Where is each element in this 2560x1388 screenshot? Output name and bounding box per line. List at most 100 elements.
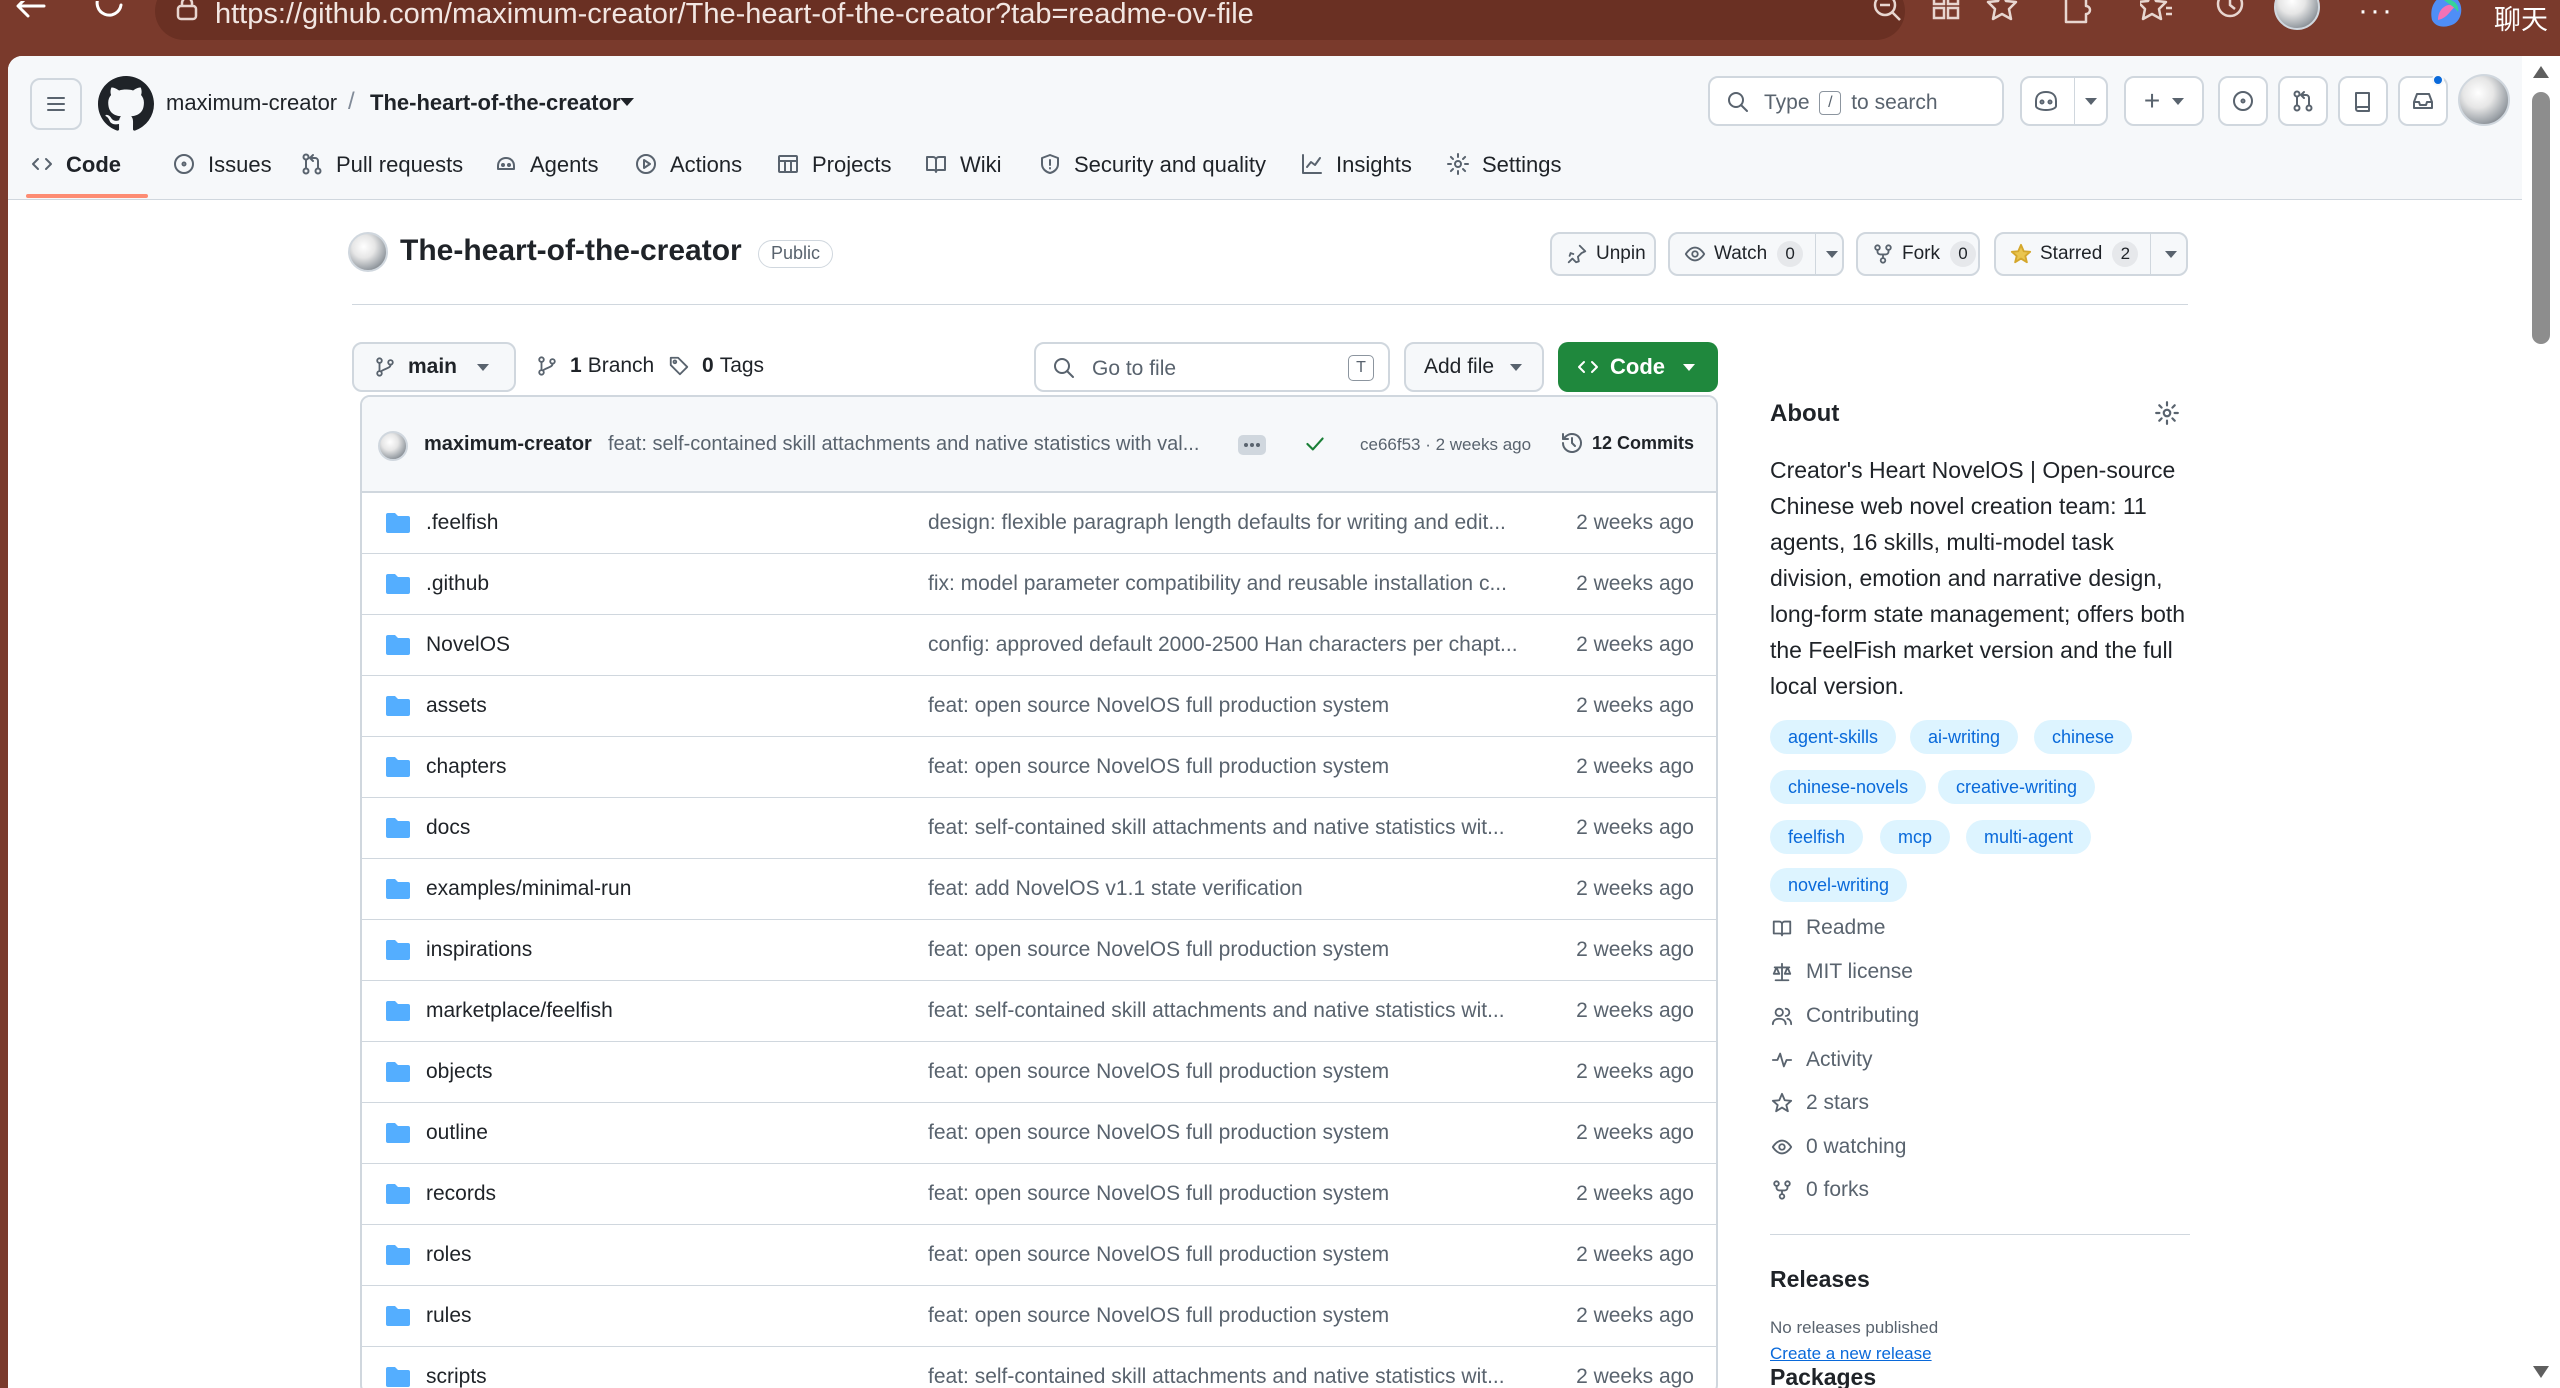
file-name[interactable]: roles bbox=[426, 1243, 472, 1267]
file-commit-message[interactable]: feat: open source NovelOS full productio… bbox=[928, 938, 1544, 962]
topic-tag[interactable]: multi-agent bbox=[1966, 820, 2092, 854]
tab-actions[interactable]: Actions bbox=[634, 142, 742, 200]
file-row[interactable]: inspirations feat: open source NovelOS fu… bbox=[362, 920, 1716, 981]
file-row[interactable]: .github fix: model parameter compatibilit… bbox=[362, 554, 1716, 615]
copilot-icon[interactable] bbox=[2424, 0, 2468, 30]
file-name[interactable]: objects bbox=[426, 1060, 493, 1084]
starred-button[interactable]: Starred 2 bbox=[1994, 232, 2188, 276]
tab-issues[interactable]: Issues bbox=[172, 142, 272, 200]
file-name[interactable]: .feelfish bbox=[426, 511, 498, 535]
file-row[interactable]: NovelOS config: approved default 2000-250… bbox=[362, 615, 1716, 676]
add-file-button[interactable]: Add file bbox=[1404, 342, 1544, 392]
tab-settings[interactable]: Settings bbox=[1446, 142, 1562, 200]
tags-link[interactable]: 0 Tags bbox=[668, 354, 764, 378]
topic-tag[interactable]: feelfish bbox=[1770, 820, 1864, 854]
copilot-button[interactable] bbox=[2020, 76, 2108, 126]
extensions-icon[interactable] bbox=[2060, 0, 2092, 30]
file-commit-message[interactable]: feat: self-contained skill attachments a… bbox=[928, 999, 1544, 1023]
watch-button[interactable]: Watch 0 bbox=[1668, 232, 1844, 276]
page-scrollbar[interactable] bbox=[2522, 56, 2560, 1388]
file-commit-message[interactable]: feat: open source NovelOS full productio… bbox=[928, 1182, 1544, 1206]
file-name[interactable]: NovelOS bbox=[426, 633, 510, 657]
tab-wiki[interactable]: Wiki bbox=[924, 142, 1002, 200]
file-name[interactable]: chapters bbox=[426, 755, 507, 779]
file-commit-message[interactable]: feat: open source NovelOS full productio… bbox=[928, 1304, 1544, 1328]
search-input[interactable]: Type / to search bbox=[1708, 76, 2004, 126]
contributing-link[interactable]: Contributing bbox=[1770, 1004, 1919, 1028]
menu-button[interactable] bbox=[30, 78, 82, 130]
file-row[interactable]: scripts feat: self-contained skill attach… bbox=[362, 1347, 1716, 1388]
branches-link[interactable]: 1 Branch bbox=[536, 354, 654, 378]
file-row[interactable]: assets feat: open source NovelOS full pro… bbox=[362, 676, 1716, 737]
create-new-button[interactable]: + bbox=[2124, 76, 2204, 126]
commit-expand-icon[interactable] bbox=[1238, 435, 1266, 455]
forks-link[interactable]: 0 forks bbox=[1770, 1178, 1869, 1202]
chat-label[interactable]: 聊天 bbox=[2494, 0, 2548, 37]
repo-title[interactable]: The-heart-of-the-creator bbox=[400, 234, 742, 268]
history-icon[interactable] bbox=[2214, 0, 2246, 30]
tab-insights[interactable]: Insights bbox=[1300, 142, 1412, 200]
releases-title[interactable]: Releases bbox=[1770, 1266, 1870, 1293]
star-dropdown-caret-icon[interactable] bbox=[2165, 250, 2178, 258]
file-name[interactable]: records bbox=[426, 1182, 496, 1206]
packages-title[interactable]: Packages bbox=[1770, 1364, 1876, 1388]
github-logo-icon[interactable] bbox=[98, 76, 154, 132]
pull-requests-button[interactable] bbox=[2278, 76, 2328, 126]
file-commit-message[interactable]: design: flexible paragraph length defaul… bbox=[928, 511, 1544, 535]
tab-pull-requests[interactable]: Pull requests bbox=[300, 142, 463, 200]
branch-selector[interactable]: main bbox=[352, 342, 516, 392]
stars-link[interactable]: 2 stars bbox=[1770, 1091, 1869, 1115]
check-icon[interactable] bbox=[1302, 431, 1328, 457]
activity-link[interactable]: Activity bbox=[1770, 1048, 1873, 1072]
file-name[interactable]: outline bbox=[426, 1121, 488, 1145]
file-commit-message[interactable]: feat: open source NovelOS full productio… bbox=[928, 1121, 1544, 1145]
apps-icon[interactable] bbox=[1930, 0, 1962, 30]
file-commit-message[interactable]: feat: self-contained skill attachments a… bbox=[928, 816, 1544, 840]
file-name[interactable]: scripts bbox=[426, 1365, 487, 1388]
topic-tag[interactable]: mcp bbox=[1880, 820, 1951, 854]
license-link[interactable]: MIT license bbox=[1770, 960, 1913, 984]
file-commit-message[interactable]: config: approved default 2000-2500 Han c… bbox=[928, 633, 1544, 657]
topic-tag[interactable]: chinese-novels bbox=[1770, 770, 1927, 804]
file-row[interactable]: records feat: open source NovelOS full pr… bbox=[362, 1164, 1716, 1225]
tab-code[interactable]: Code bbox=[30, 142, 121, 200]
file-commit-message[interactable]: feat: open source NovelOS full productio… bbox=[928, 1060, 1544, 1084]
topic-tag[interactable]: creative-writing bbox=[1938, 770, 2096, 804]
file-name[interactable]: marketplace/feelfish bbox=[426, 999, 613, 1023]
topic-tag[interactable]: novel-writing bbox=[1770, 868, 1908, 902]
fork-button[interactable]: Fork 0 bbox=[1856, 232, 1980, 276]
collections-icon[interactable] bbox=[2140, 0, 2174, 30]
commits-link[interactable]: 12 Commits bbox=[1560, 431, 1694, 455]
file-row[interactable]: chapters feat: open source NovelOS full p… bbox=[362, 737, 1716, 798]
file-row[interactable]: .feelfish design: flexible paragraph leng… bbox=[362, 493, 1716, 554]
file-row[interactable]: rules feat: open source NovelOS full prod… bbox=[362, 1286, 1716, 1347]
file-row[interactable]: examples/minimal-run feat: add NovelOS v1… bbox=[362, 859, 1716, 920]
file-row[interactable]: outline feat: open source NovelOS full pr… bbox=[362, 1103, 1716, 1164]
file-row[interactable]: docs feat: self-contained skill attachmen… bbox=[362, 798, 1716, 859]
user-avatar[interactable] bbox=[2458, 74, 2510, 126]
unpin-button[interactable]: Unpin bbox=[1550, 232, 1656, 276]
tab-security[interactable]: Security and quality bbox=[1038, 142, 1266, 200]
more-options-icon[interactable]: ··· bbox=[2358, 0, 2394, 28]
go-to-file-input[interactable]: Go to file T bbox=[1034, 342, 1390, 392]
breadcrumb-repo[interactable]: The-heart-of-the-creator bbox=[370, 90, 621, 116]
commit-message[interactable]: feat: self-contained skill attachments a… bbox=[608, 433, 1272, 456]
file-name[interactable]: inspirations bbox=[426, 938, 532, 962]
readme-link[interactable]: Readme bbox=[1770, 916, 1885, 940]
favorite-star-icon[interactable] bbox=[1986, 0, 2018, 30]
file-commit-message[interactable]: feat: open source NovelOS full productio… bbox=[928, 1243, 1544, 1267]
tab-agents[interactable]: Agents bbox=[494, 142, 599, 200]
file-name[interactable]: .github bbox=[426, 572, 489, 596]
file-name[interactable]: examples/minimal-run bbox=[426, 877, 631, 901]
file-row[interactable]: marketplace/feelfish feat: self-contained… bbox=[362, 981, 1716, 1042]
file-commit-message[interactable]: feat: add NovelOS v1.1 state verificatio… bbox=[928, 877, 1544, 901]
code-button[interactable]: Code bbox=[1558, 342, 1718, 392]
tab-projects[interactable]: Projects bbox=[776, 142, 891, 200]
create-release-link[interactable]: Create a new release bbox=[1770, 1344, 1932, 1364]
file-name[interactable]: docs bbox=[426, 816, 470, 840]
commit-author[interactable]: maximum-creator bbox=[424, 433, 592, 456]
topic-tag[interactable]: chinese bbox=[2034, 720, 2133, 754]
watching-link[interactable]: 0 watching bbox=[1770, 1135, 1906, 1159]
scroll-down-arrow-icon[interactable] bbox=[2533, 1366, 2549, 1378]
scrollbar-thumb[interactable] bbox=[2532, 92, 2550, 344]
